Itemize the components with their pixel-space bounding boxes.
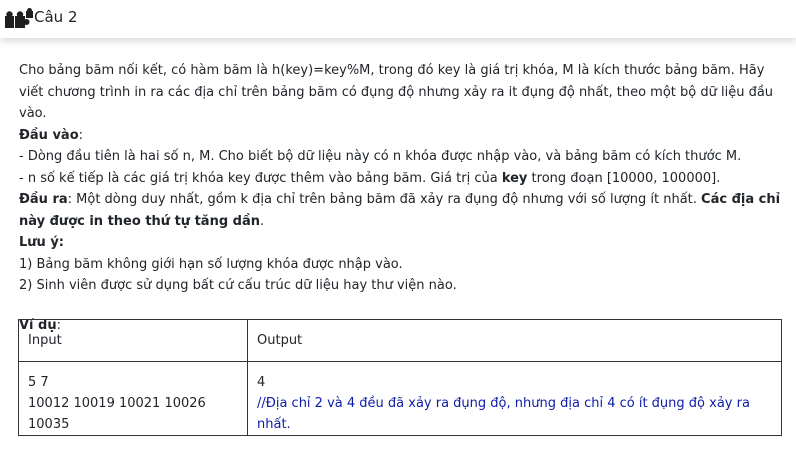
input-line-2-a: - n số kế tiếp là các giá trị khóa key đ… [19, 170, 502, 186]
problem-statement: Cho bảng băm nối kết, có hàm băm là h(ke… [19, 60, 789, 336]
example-output-line-1: 4 [257, 375, 266, 390]
puzzle-piece-icon [5, 8, 33, 28]
note-2: 2) Sinh viên được sử dụng bất cứ cấu trú… [19, 278, 457, 293]
page-header: Câu 2 [0, 0, 796, 38]
example-table: Input Output 5 7 10012 10019 10021 10026… [18, 319, 782, 436]
input-heading-label: Đầu vào [19, 127, 79, 143]
input-heading-colon: : [78, 127, 84, 143]
example-input-line-1: 5 7 [28, 375, 49, 390]
input-line-2-key: key [501, 170, 528, 186]
example-input-line-2: 10012 10019 10021 10026 10035 [28, 396, 206, 432]
note-1: 1) Bảng băm không giới hạn số lượng khóa… [19, 256, 403, 272]
example-input-cell: 5 7 10012 10019 10021 10026 10035 [18, 361, 248, 436]
input-line-2: - n số kế tiếp là các giá trị khóa key đ… [19, 168, 789, 190]
input-line-2-b: trong đoạn [10000, 100000]. [527, 170, 721, 186]
input-line-1: - Dòng đầu tiên là hai số n, M. Cho biết… [19, 149, 742, 164]
output-description: Đầu ra: Một dòng duy nhất, gồm k địa chỉ… [19, 189, 789, 232]
output-heading: Đầu ra [19, 192, 68, 207]
example-output-cell: 4 //Địa chỉ 2 và 4 đều đã xảy ra đụng độ… [247, 361, 782, 436]
input-heading: Đầu vào: [19, 125, 789, 147]
example-output-comment: //Địa chỉ 2 và 4 đều đã xảy ra đụng độ, … [257, 396, 750, 432]
page-title: Câu 2 [34, 8, 78, 26]
column-header-output: Output [247, 319, 782, 362]
output-text: : Một dòng duy nhất, gồm k địa chỉ trên … [67, 192, 702, 207]
output-end: . [259, 213, 265, 229]
table-header-row: Input Output [18, 319, 782, 362]
note-heading: Lưu ý: [19, 235, 64, 250]
table-row: 5 7 10012 10019 10021 10026 10035 4 //Đị… [18, 361, 782, 436]
column-header-input: Input [18, 319, 248, 362]
intro-text: Cho bảng băm nối kết, có hàm băm là h(ke… [19, 63, 774, 121]
